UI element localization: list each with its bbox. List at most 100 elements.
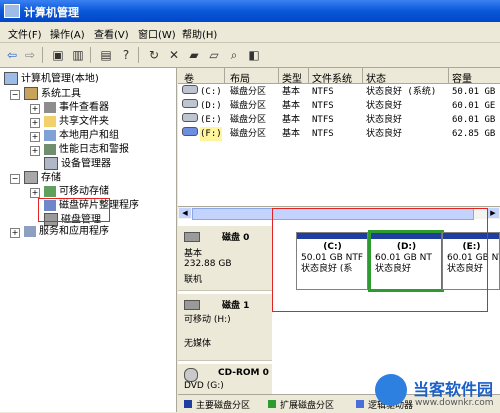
cell-layout: 磁盘分区 (230, 101, 267, 111)
menu-window[interactable]: 窗口(W) (138, 26, 176, 41)
tree-item-system-tools[interactable]: 系统工具 (24, 87, 81, 101)
disk-name: CD-ROM 0 (218, 368, 269, 378)
services-icon (24, 225, 36, 237)
volume-icon (182, 85, 198, 94)
tree-label: 性能日志和警报 (59, 144, 129, 155)
forward-icon[interactable]: ⇨ (22, 47, 38, 63)
tree-item-shared-folders[interactable]: 共享文件夹 (44, 115, 109, 129)
disk-state: 联机 (184, 275, 203, 285)
table-row[interactable]: (C:) 磁盘分区 基本 NTFS 状态良好 (系统) 50.01 GB (178, 85, 500, 99)
column-divider (308, 68, 309, 83)
expand-icon[interactable]: + (30, 118, 40, 128)
cell-capacity: 50.01 GB (452, 87, 496, 97)
refresh-icon[interactable]: ↻ (146, 47, 162, 63)
legend-label: 扩展磁盘分区 (280, 401, 335, 411)
column-divider (448, 68, 449, 83)
cell-filesystem: NTFS (312, 87, 334, 97)
expand-icon[interactable]: + (30, 132, 40, 142)
disk-icon[interactable]: ◧ (246, 47, 262, 63)
tree-label: 本地用户和组 (59, 130, 119, 141)
cell-layout: 磁盘分区 (230, 87, 267, 97)
table-row[interactable]: (E:) 磁盘分区 基本 NTFS 状态良好 60.01 GB (178, 113, 500, 127)
cell-type: 基本 (282, 115, 301, 125)
watermark-url: www.downkr.com (415, 398, 494, 408)
menu-view[interactable]: 查看(V) (94, 26, 129, 41)
volume-icon (182, 127, 198, 136)
column-divider (224, 68, 225, 83)
expand-icon[interactable]: + (30, 104, 40, 114)
toolbar-separator (90, 47, 91, 63)
tree-item-device-manager[interactable]: 设备管理器 (44, 157, 111, 171)
menu-help[interactable]: 帮助(H) (182, 26, 217, 41)
disk-icon (184, 232, 200, 242)
scroll-left-icon[interactable]: ◀ (179, 208, 191, 218)
disk-type: 可移动 (H:) (184, 315, 231, 325)
cell-volume: (F:) (200, 127, 222, 141)
show-hide-tree-icon[interactable]: ▥ (70, 47, 86, 63)
scroll-right-icon[interactable]: ▶ (487, 208, 499, 218)
cell-type: 基本 (282, 87, 301, 97)
disk-size: 232.88 GB (184, 259, 232, 269)
collapse-icon[interactable]: − (10, 90, 20, 100)
column-header-type[interactable]: 类型 (282, 70, 302, 85)
performance-icon (44, 143, 56, 155)
cell-capacity: 62.85 GB (452, 129, 496, 139)
table-row[interactable]: (F:) 磁盘分区 基本 NTFS 状态良好 62.85 GB (178, 127, 500, 141)
collapse-icon[interactable]: − (10, 174, 20, 184)
disk-1-label[interactable]: 磁盘 1 可移动 (H:) 无媒体 (178, 294, 272, 361)
tree-label: 设备管理器 (61, 158, 111, 170)
column-header-layout[interactable]: 布局 (230, 70, 250, 85)
highlight-box (272, 208, 488, 312)
tree-label: 可移动存储 (59, 186, 109, 197)
menu-action[interactable]: 操作(A) (50, 26, 85, 41)
cdrom-icon (184, 368, 198, 382)
cdrom-label[interactable]: CD-ROM 0 DVD (G:) (178, 364, 272, 395)
tree-item-event-viewer[interactable]: 事件查看器 (44, 101, 109, 115)
cell-volume: (E:) (200, 115, 222, 125)
table-row[interactable]: (D:) 磁盘分区 基本 NTFS 状态良好 60.01 GE (178, 99, 500, 113)
expand-icon[interactable]: + (30, 146, 40, 156)
properties-icon[interactable]: ▤ (98, 47, 114, 63)
cell-volume: (D:) (200, 101, 222, 111)
column-header-status[interactable]: 状态 (366, 70, 386, 85)
menu-file[interactable]: 文件(F) (8, 26, 42, 41)
tree-item-local-users[interactable]: 本地用户和组 (44, 129, 119, 143)
delete-icon[interactable]: ✕ (166, 47, 182, 63)
shared-folder-icon (44, 115, 56, 127)
help-icon[interactable]: ? (118, 47, 134, 63)
highlight-box (38, 198, 110, 222)
tree-label: 服务和应用程序 (39, 226, 109, 237)
column-header-filesystem[interactable]: 文件系统 (312, 70, 352, 85)
cell-capacity: 60.01 GE (452, 101, 496, 111)
tree-item-perf-logs[interactable]: 性能日志和警报 (44, 143, 129, 157)
tree-label: 计算机管理(本地) (21, 73, 99, 85)
cell-status: 状态良好 (366, 129, 403, 139)
tree-item-storage[interactable]: 存储 (24, 171, 61, 185)
disk-0-label[interactable]: 磁盘 0 基本 232.88 GB 联机 (178, 226, 272, 291)
expand-icon[interactable]: + (30, 188, 40, 198)
cell-volume: (C:) (200, 87, 222, 97)
cell-layout: 磁盘分区 (230, 129, 267, 139)
disk-type: 基本 (184, 249, 203, 259)
disk-type: DVD (G:) (184, 381, 224, 391)
search-icon[interactable]: ⌕ (226, 47, 242, 63)
legend-swatch-primary (184, 400, 192, 408)
legend-label: 主要磁盘分区 (196, 401, 251, 411)
tree-item-services[interactable]: 服务和应用程序 (24, 225, 109, 239)
column-header-volume[interactable]: 卷 (184, 70, 194, 85)
watermark: 当客软件园 www.downkr.com (375, 372, 500, 412)
storage-icon (24, 171, 38, 184)
properties-folder-icon[interactable]: ▱ (206, 47, 222, 63)
cell-status: 状态良好 (366, 101, 403, 111)
computer-icon (4, 72, 18, 85)
column-header-capacity[interactable]: 容量 (452, 70, 472, 85)
watermark-title: 当客软件园 (413, 380, 494, 399)
back-icon[interactable]: ⇦ (4, 47, 20, 63)
up-folder-icon[interactable]: ▣ (50, 47, 66, 63)
expand-icon[interactable]: + (10, 228, 20, 238)
tree-item-removable[interactable]: 可移动存储 (44, 185, 109, 199)
disk-state: 无媒体 (184, 339, 212, 349)
column-divider (278, 68, 279, 83)
tree-item-root[interactable]: 计算机管理(本地) (4, 72, 99, 86)
folder-icon[interactable]: ▰ (186, 47, 202, 63)
